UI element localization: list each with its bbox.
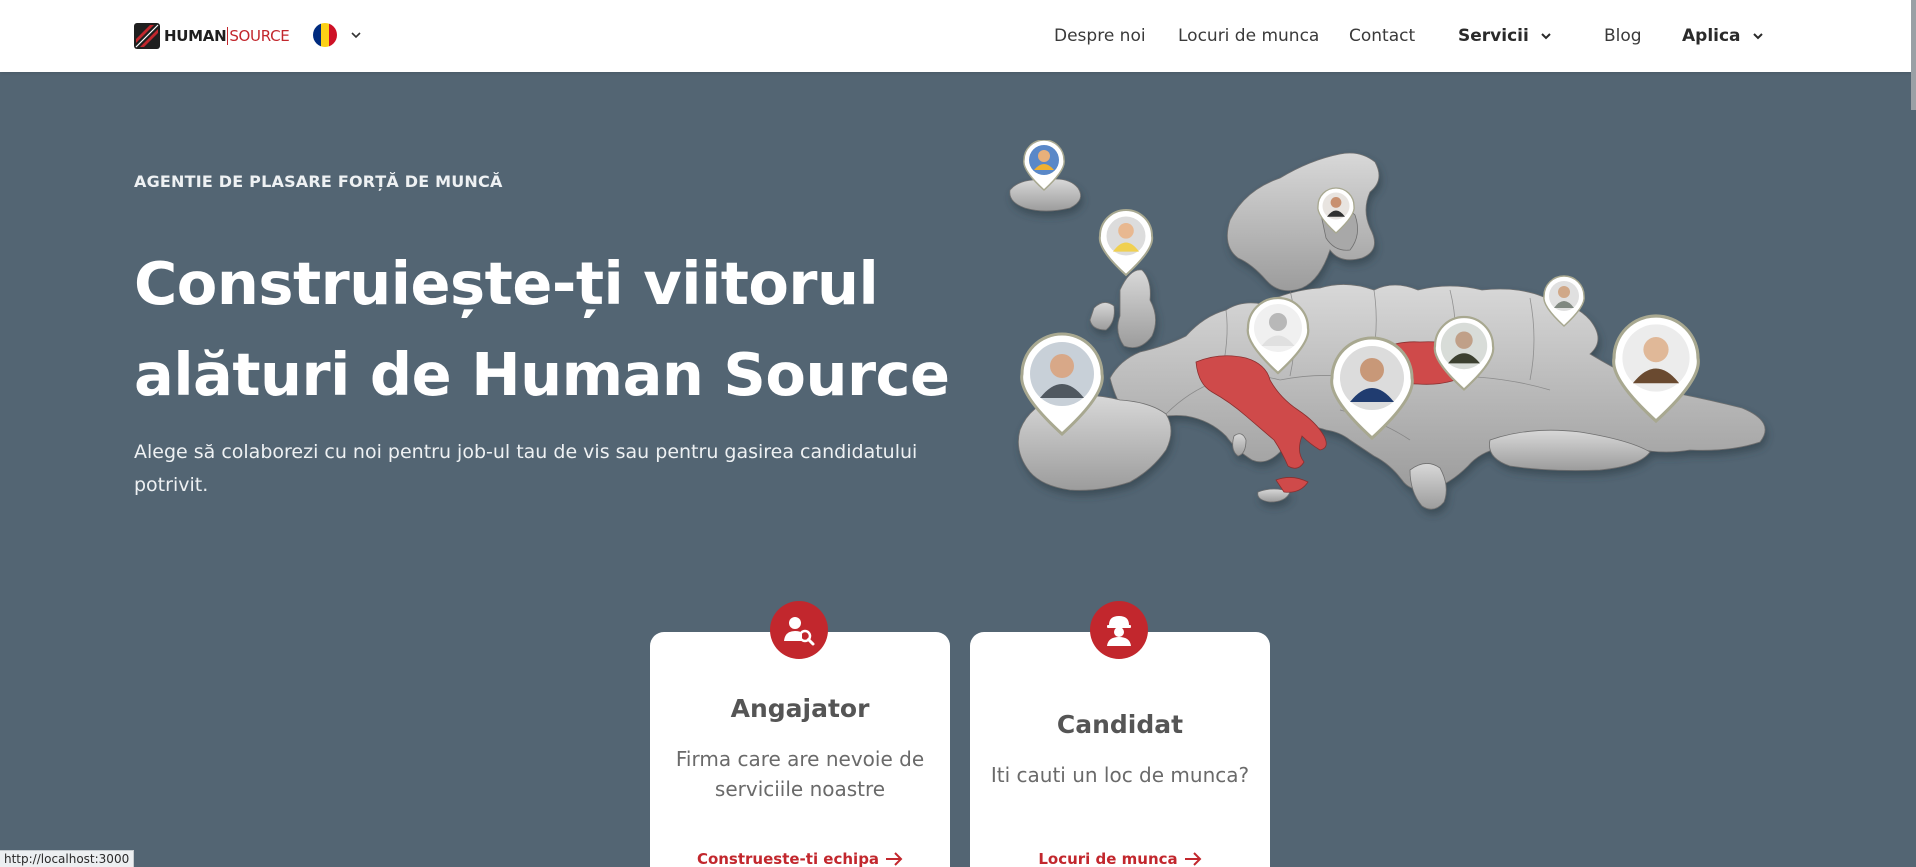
brand-logo[interactable]: HUMAN SOURCE xyxy=(134,22,290,50)
romania-flag-icon xyxy=(313,23,337,47)
logo-text-source: SOURCE xyxy=(229,27,290,45)
candidate-card-title: Candidat xyxy=(1056,710,1184,739)
worker-helmet-icon xyxy=(1107,616,1131,646)
employer-card[interactable]: Angajator Firma care are nevoie de servi… xyxy=(650,632,950,867)
logo-divider xyxy=(227,27,229,45)
logo-mark-icon xyxy=(134,23,160,49)
nav-despre-noi[interactable]: Despre noi xyxy=(1054,26,1146,46)
user-search-icon xyxy=(784,617,815,646)
hero-title: Construiește-ți viitorul alături de Huma… xyxy=(134,249,950,409)
site-header: HUMAN SOURCE Despre noi Locuri de munca … xyxy=(0,0,1916,72)
nav-aplica-dropdown[interactable]: Aplica xyxy=(1682,26,1765,46)
nav-servicii-dropdown[interactable]: Servicii xyxy=(1458,26,1553,46)
nav-aplica-label: Aplica xyxy=(1682,26,1741,46)
page-scrollbar[interactable] xyxy=(1911,0,1916,110)
nav-contact[interactable]: Contact xyxy=(1349,26,1415,46)
candidate-card-link[interactable]: Locuri de munca xyxy=(970,850,1270,867)
logo-text-human: HUMAN xyxy=(164,27,227,45)
arrow-right-icon xyxy=(1184,852,1202,866)
candidate-card-text: Iti cauti un loc de munca? xyxy=(990,763,1250,787)
hero-subtitle: Alege să colaborezi cu noi pentru job-ul… xyxy=(134,441,918,496)
candidate-card[interactable]: Candidat Iti cauti un loc de munca? Locu… xyxy=(970,632,1270,867)
employer-card-icon-badge xyxy=(770,601,828,659)
arrow-right-icon xyxy=(886,852,903,866)
employer-card-title: Angajator xyxy=(730,694,870,723)
hero-eyebrow: AGENTIE DE PLASARE FORȚĂ DE MUNCĂ xyxy=(134,172,503,191)
nav-locuri-de-munca[interactable]: Locuri de munca xyxy=(1178,26,1319,46)
employer-card-text: Firma care are nevoie de serviciile noas… xyxy=(675,747,925,801)
nav-blog[interactable]: Blog xyxy=(1604,26,1642,46)
candidate-card-icon-badge xyxy=(1090,601,1148,659)
chevron-down-icon xyxy=(351,32,361,39)
candidate-card-link-label: Locuri de munca xyxy=(1038,850,1178,867)
chevron-down-icon xyxy=(1752,33,1763,40)
employer-card-link[interactable]: Construeste-ti echipa xyxy=(650,850,950,867)
nav-servicii-label: Servicii xyxy=(1458,26,1529,46)
employer-card-link-label: Construeste-ti echipa xyxy=(696,850,880,867)
chevron-down-icon xyxy=(1541,33,1551,40)
browser-status-url: http://localhost:3000 xyxy=(0,850,135,867)
pin-uk xyxy=(1098,209,1154,277)
europe-map-illustration xyxy=(1009,140,1766,510)
language-selector[interactable] xyxy=(313,23,363,47)
